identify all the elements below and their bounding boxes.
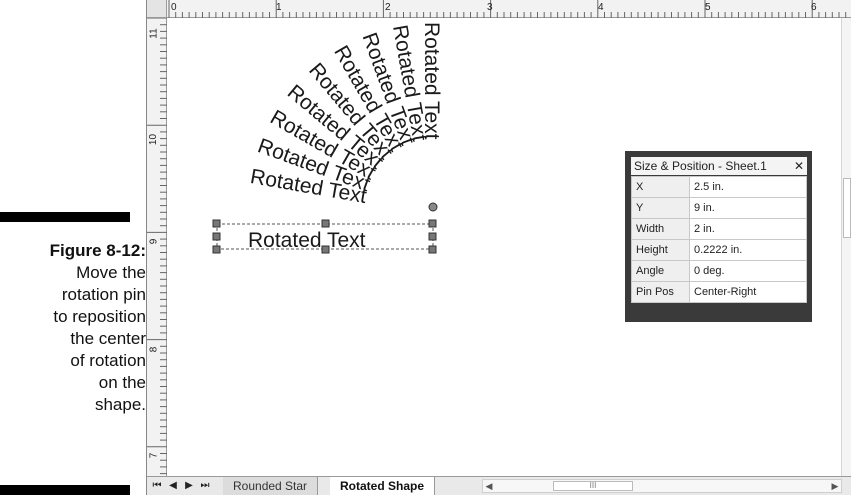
- size-position-table: X 2.5 in. Y9 in. Width 2 in. Height 0.2222 …: [631, 176, 807, 303]
- scroll-left-icon[interactable]: ◀: [483, 480, 495, 492]
- figure-label: Figure 8-12:: [49, 241, 146, 260]
- table-row: Pin Pos Center-Right: [631, 281, 807, 303]
- size-position-window: Size & Position - Sheet.1 ✕ X 2.5 in. Y9 …: [625, 151, 812, 322]
- ruler-label: 4: [598, 2, 604, 13]
- property-label: Width: [631, 218, 690, 240]
- table-row: Height 0.2222 in.: [631, 239, 807, 261]
- ruler-label: 10: [148, 133, 160, 146]
- caption-bottom-bar: [0, 485, 130, 495]
- selected-shape[interactable]: Rotated Text: [212, 202, 438, 254]
- selection-handle[interactable]: [321, 245, 330, 254]
- caption-line: Move the: [76, 263, 146, 282]
- horizontal-scroll-thumb[interactable]: III: [553, 481, 633, 491]
- next-page-icon[interactable]: ▶: [182, 479, 196, 493]
- table-row: Width 2 in.: [631, 218, 807, 240]
- close-icon[interactable]: ✕: [794, 157, 804, 175]
- selection-handle[interactable]: [212, 232, 221, 241]
- ruler-label: 6: [811, 2, 817, 13]
- caption-line: on the: [98, 373, 146, 392]
- property-value[interactable]: 0 deg.: [689, 260, 807, 282]
- ruler-label: 2: [385, 2, 391, 13]
- property-value[interactable]: Center-Right: [689, 281, 807, 303]
- property-label: X: [631, 176, 690, 198]
- table-row: X 2.5 in.: [631, 176, 807, 198]
- first-page-icon[interactable]: ⏮: [150, 479, 164, 493]
- vertical-ruler[interactable]: 11 10 9 8 7: [147, 18, 167, 476]
- ruler-label: 3: [487, 2, 493, 13]
- horizontal-scrollbar[interactable]: ◀ III ▶: [482, 479, 842, 493]
- table-row: Y9 in.: [631, 197, 807, 219]
- caption-line: the center: [70, 329, 146, 348]
- selection-handle[interactable]: [428, 219, 437, 228]
- ruler-label: 0: [171, 2, 177, 13]
- table-row: Angle 0 deg.: [631, 260, 807, 282]
- selection-handle[interactable]: [428, 232, 437, 241]
- property-value[interactable]: 2 in.: [689, 218, 807, 240]
- tab-rotated-shape[interactable]: Rotated Shape: [330, 477, 436, 495]
- last-page-icon[interactable]: ⏭: [198, 479, 212, 493]
- ruler-label: 11: [148, 28, 160, 39]
- property-value[interactable]: 2.5 in.: [689, 176, 807, 198]
- selection-handle[interactable]: [428, 245, 437, 254]
- ruler-label: 5: [705, 2, 711, 13]
- vertical-ruler-ticks: [147, 18, 167, 475]
- vertical-scroll-thumb[interactable]: [843, 178, 851, 238]
- selection-handle[interactable]: [321, 219, 330, 228]
- ruler-label: 9: [148, 238, 160, 245]
- rotated-text-copy: Rotated Text: [420, 22, 443, 140]
- size-position-title: Size & Position - Sheet.1: [634, 159, 767, 173]
- size-position-title-bar[interactable]: Size & Position - Sheet.1 ✕: [631, 157, 807, 175]
- rotation-pin[interactable]: [428, 202, 438, 212]
- property-label: Angle: [631, 260, 690, 282]
- property-value[interactable]: 0.2222 in.: [689, 239, 807, 261]
- ruler-label: 8: [148, 346, 160, 353]
- selection-handle[interactable]: [212, 219, 221, 228]
- page-tab-bar: ⏮ ◀ ▶ ⏭ Rounded Star Rotated Shape ◀ III…: [147, 476, 851, 495]
- visio-window: 0 1 2 3 4 5 6 11 10 9 8 7 Rotated Text Ro…: [146, 0, 851, 495]
- caption-line: of rotation: [70, 351, 146, 370]
- caption-top-bar: [0, 212, 130, 222]
- property-label: Pin Pos: [631, 281, 690, 303]
- horizontal-ruler[interactable]: 0 1 2 3 4 5 6: [167, 0, 851, 18]
- ruler-corner[interactable]: [147, 0, 167, 18]
- horizontal-ruler-ticks: [168, 0, 847, 18]
- property-label: Height: [631, 239, 690, 261]
- previous-page-icon[interactable]: ◀: [166, 479, 180, 493]
- ruler-label: 1: [276, 2, 282, 13]
- shape-text: Rotated Text: [248, 229, 366, 252]
- property-value[interactable]: 9 in.: [689, 197, 807, 219]
- tab-rounded-star[interactable]: Rounded Star: [223, 477, 319, 495]
- caption-line: rotation pin: [61, 285, 146, 304]
- selection-handle[interactable]: [212, 245, 221, 254]
- ruler-label: 7: [148, 452, 160, 459]
- property-label: Y: [631, 197, 690, 219]
- vertical-scrollbar[interactable]: [841, 18, 851, 476]
- figure-caption: Figure 8-12: Move the rotation pin to re…: [0, 240, 146, 416]
- caption-line: shape.: [94, 395, 146, 414]
- caption-line: to reposition: [53, 307, 146, 326]
- scroll-right-icon[interactable]: ▶: [829, 480, 841, 492]
